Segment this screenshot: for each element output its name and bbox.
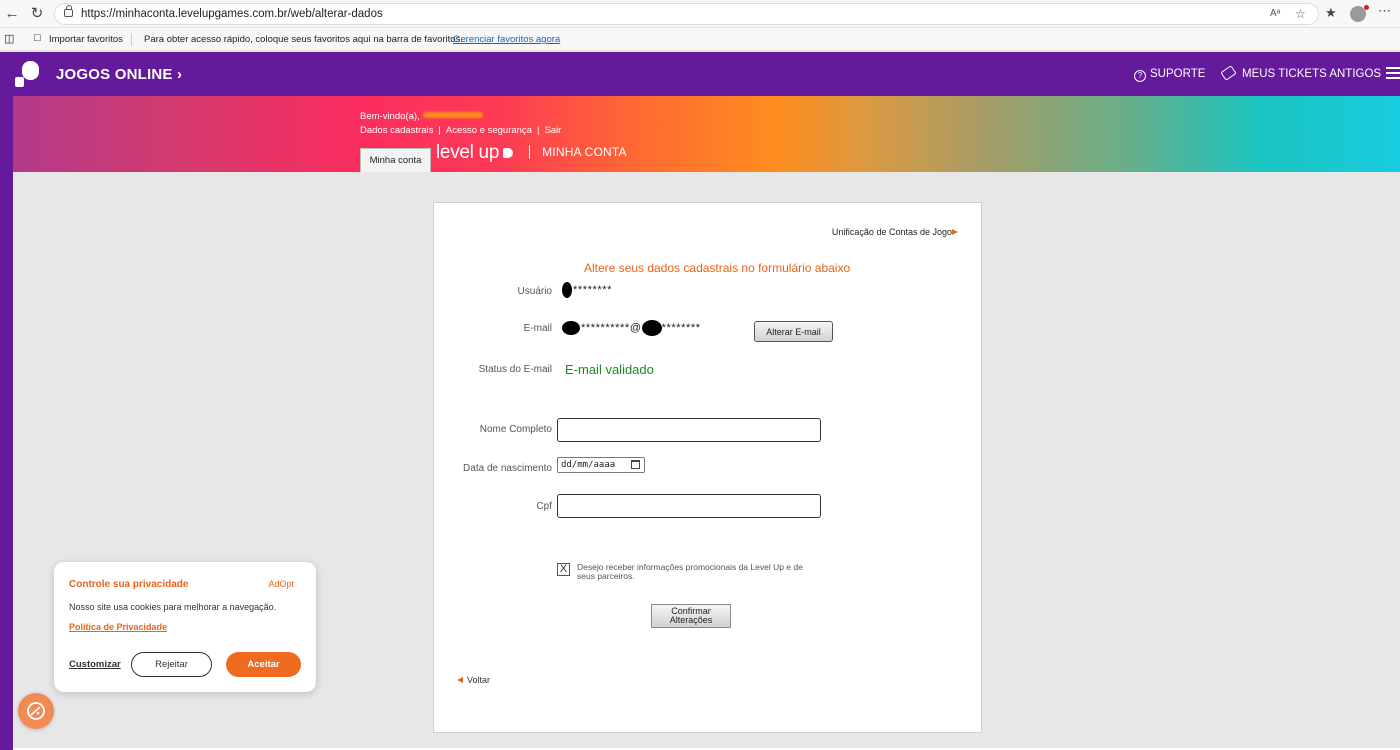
lock-icon (64, 5, 73, 17)
customize-button[interactable]: Customizar (69, 659, 121, 670)
browser-address-bar: ← ↻ https://minhaconta.levelupgames.com.… (0, 0, 1400, 28)
logout-link[interactable]: Sair (544, 125, 561, 136)
access-security-link[interactable]: Acesso e segurança (446, 125, 532, 136)
promo-checkbox[interactable]: X (557, 563, 570, 576)
account-unification-link[interactable]: Unificação de Contas de Jogo (832, 227, 958, 237)
email-value: **********@ ******** (562, 320, 701, 336)
redaction-mark (562, 282, 572, 298)
link-separator: | (536, 125, 540, 136)
hamburger-menu-icon[interactable] (1386, 67, 1400, 80)
email-at-sign: @ (629, 321, 642, 334)
site-title-text: JOGOS ONLINE (56, 66, 173, 83)
email-status-label: Status do E-mail (478, 364, 552, 375)
username-redacted (422, 112, 483, 118)
refresh-icon[interactable]: ↻ (28, 5, 46, 23)
side-purple-column (0, 96, 13, 750)
old-tickets-link[interactable]: MEUS TICKETS ANTIGOS (1220, 65, 1382, 81)
manage-favorites-link[interactable]: Gerenciar favoritos agora (453, 34, 560, 45)
back-link-text: Voltar (467, 675, 491, 685)
promo-text: Desejo receber informações promocionais … (577, 562, 803, 581)
site-header: JOGOS ONLINE › ? SUPORTE MEUS TICKETS ANT… (0, 52, 1400, 96)
read-aloud-icon[interactable]: Aᵃ (1270, 8, 1280, 19)
user-label: Usuário (517, 286, 552, 297)
link-separator: | (438, 125, 441, 136)
favorites-divider (131, 33, 132, 46)
account-links: Dados cadastrais | Acesso e segurança | Sair (360, 125, 561, 136)
favorites-message: Para obter acesso rápido, coloque seus f… (144, 34, 463, 45)
calendar-icon[interactable] (631, 460, 640, 469)
cookie-title: Controle sua privacidade (69, 579, 189, 590)
form-title: Altere seus dados cadastrais no formulár… (584, 261, 851, 275)
change-email-button[interactable]: Alterar E-mail (754, 321, 833, 342)
ticket-icon (1220, 65, 1237, 81)
brand-divider (529, 145, 531, 159)
welcome-message: Bem-vindo(a), (360, 111, 483, 122)
email-masked-part1: ********** (581, 321, 630, 334)
back-arrow-icon[interactable]: ← (3, 5, 21, 23)
user-value: ******** (562, 282, 612, 298)
arrow-right-icon (952, 229, 958, 235)
cookie-message: Nosso site usa cookies para melhorar a n… (69, 602, 277, 612)
favorite-star-icon[interactable]: ☆ (1295, 7, 1306, 21)
favorites-list-icon[interactable]: ★ (1325, 5, 1337, 21)
user-value-text: ******** (573, 283, 613, 296)
level-up-logo-icon[interactable] (15, 61, 41, 87)
notification-dot (1364, 5, 1369, 10)
account-unification-text: Unificação de Contas de Jogo (831, 227, 952, 237)
reject-button[interactable]: Rejeitar (131, 652, 212, 677)
cpf-label: Cpf (536, 501, 552, 512)
help-icon: ? (1134, 70, 1146, 82)
brand-name: level up (436, 142, 500, 163)
email-status-value: E-mail validado (565, 362, 654, 377)
accept-button[interactable]: Aceitar (226, 652, 301, 677)
fullname-label: Nome Completo (479, 424, 552, 435)
confirm-changes-button[interactable]: Confirmar Alterações (651, 604, 731, 628)
collections-icon[interactable]: ◫ (4, 32, 14, 45)
birthdate-input[interactable]: dd/mm/aaaa (557, 457, 645, 473)
import-favorites-link[interactable]: Importar favoritos (49, 34, 123, 45)
favorites-bar: ◫ □ Importar favoritos Para obter acesso… (0, 28, 1400, 51)
redaction-mark (641, 320, 662, 336)
brand-subtitle: MINHA CONTA (542, 145, 627, 159)
tab-my-account[interactable]: Minha conta (360, 148, 431, 172)
cookie-settings-button[interactable] (18, 693, 54, 729)
support-label: SUPORTE (1150, 68, 1206, 80)
more-menu-icon[interactable]: ⋯ (1378, 3, 1391, 19)
folder-icon: □ (34, 32, 41, 44)
privacy-policy-link[interactable]: Política de Privacidade (69, 622, 167, 632)
chevron-right-icon: › (176, 66, 183, 83)
cookie-settings-icon (27, 702, 45, 720)
url-text: https://minhaconta.levelupgames.com.br/w… (81, 8, 383, 20)
arrow-left-icon (457, 677, 463, 683)
old-tickets-label: MEUS TICKETS ANTIGOS (1242, 68, 1382, 80)
cpf-input[interactable] (557, 494, 821, 518)
adopt-brand: AdOpt (268, 579, 294, 589)
redaction-mark (562, 321, 580, 335)
registration-data-link[interactable]: Dados cadastrais (360, 125, 433, 136)
back-link[interactable]: Voltar (457, 675, 490, 685)
brand-logo-icon (503, 148, 514, 158)
site-title[interactable]: JOGOS ONLINE › (56, 66, 182, 83)
welcome-text: Bem-vindo(a), (360, 111, 420, 122)
email-label: E-mail (523, 323, 552, 334)
fullname-input[interactable] (557, 418, 821, 442)
account-form-card: Unificação de Contas de Jogo Altere seus… (433, 202, 982, 733)
account-banner: Bem-vindo(a), Dados cadastrais | Acesso e … (13, 96, 1400, 172)
birthdate-label: Data de nascimento (463, 463, 552, 474)
url-field[interactable]: https://minhaconta.levelupgames.com.br/w… (54, 3, 1319, 25)
email-masked-part2: ******** (661, 321, 701, 334)
cookie-consent-popup: Controle sua privacidade AdOpt Nosso sit… (54, 562, 316, 692)
birthdate-placeholder: dd/mm/aaaa (561, 460, 616, 470)
support-link[interactable]: ? SUPORTE (1134, 68, 1205, 82)
brand-heading: level up MINHA CONTA (436, 142, 627, 164)
confirm-line2: Alterações (669, 615, 713, 625)
